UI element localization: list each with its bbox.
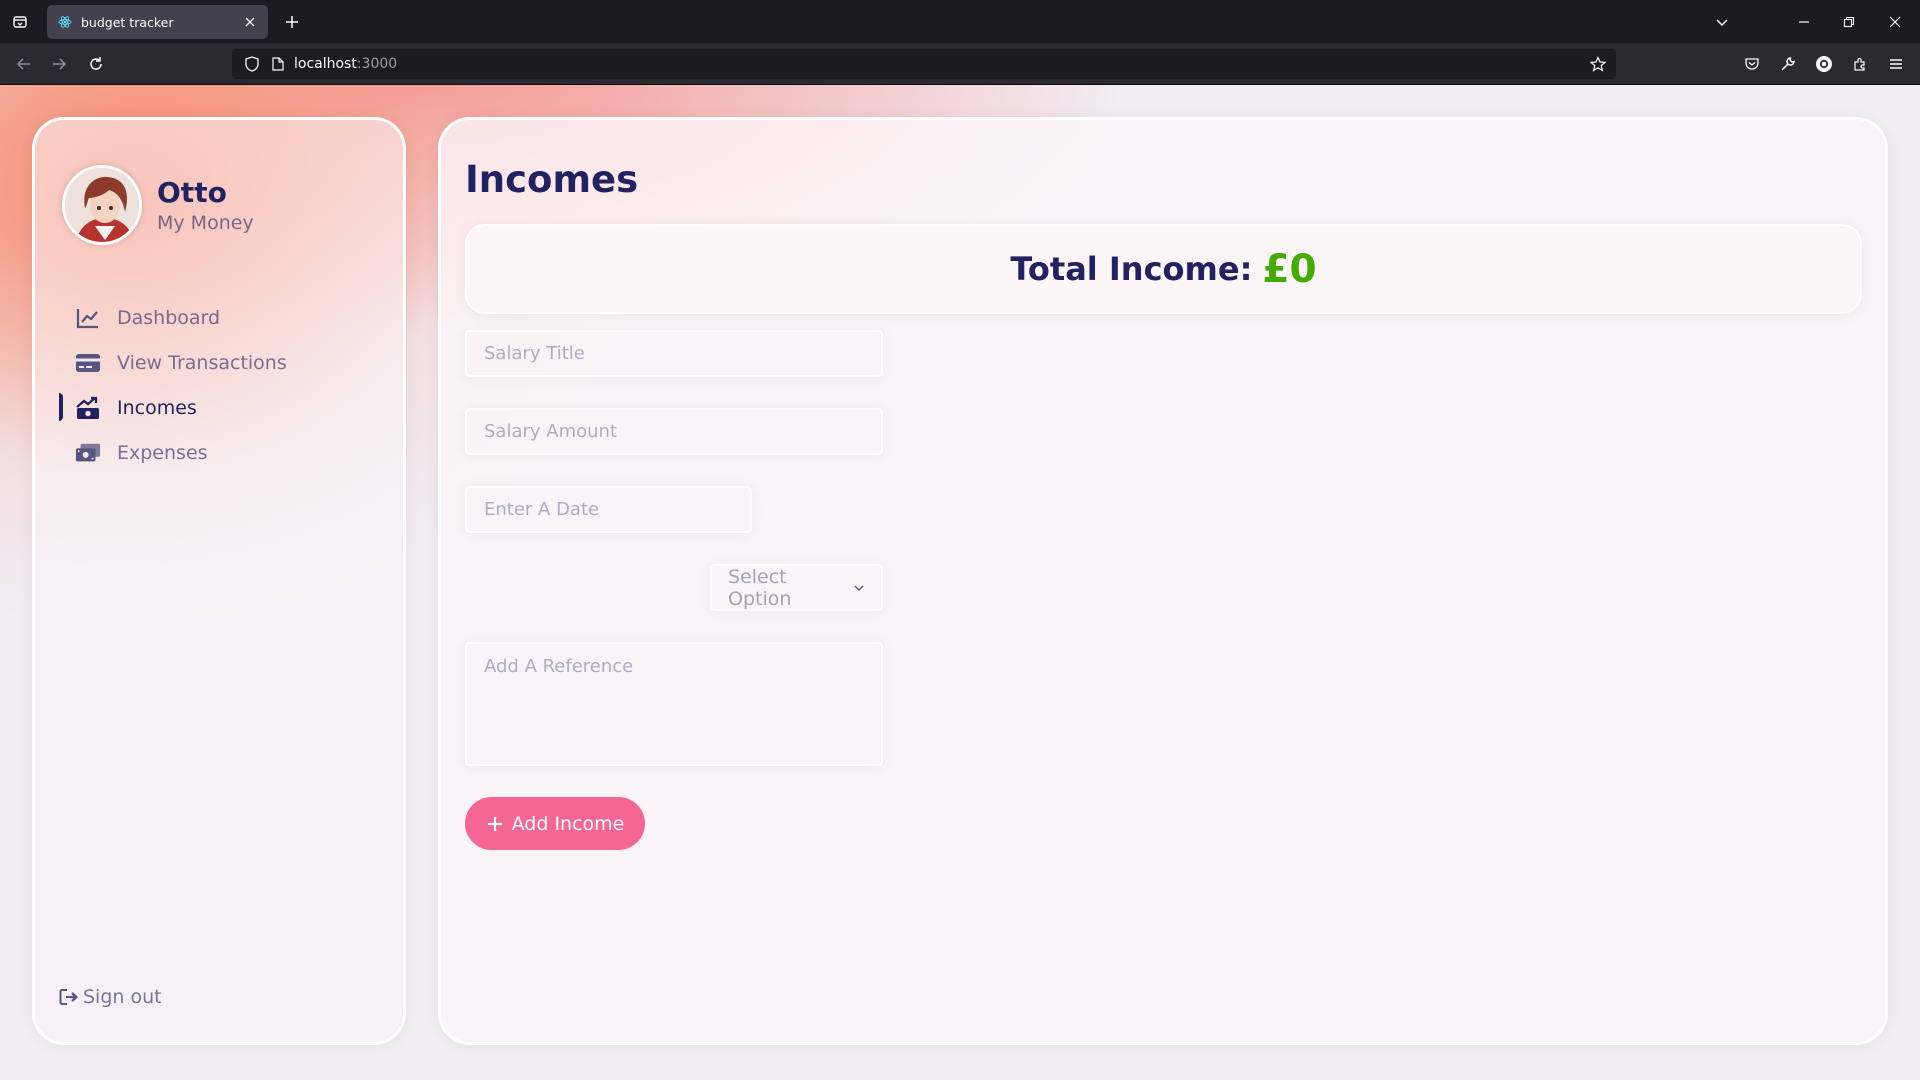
- credit-card-icon: [75, 350, 101, 376]
- minimize-icon[interactable]: [1792, 10, 1816, 34]
- nav-item-dashboard[interactable]: Dashboard: [35, 295, 403, 340]
- url-host: localhost: [294, 56, 357, 72]
- reference-textarea[interactable]: [465, 642, 883, 766]
- nav-menu: Dashboard View Transactions Incomes Expe…: [35, 295, 403, 475]
- user-subtitle: My Money: [157, 212, 254, 234]
- total-income-value: £0: [1262, 246, 1317, 292]
- category-select-value: Select Option: [728, 565, 792, 610]
- add-income-label: Add Income: [511, 812, 625, 835]
- avatar: [62, 165, 142, 245]
- restore-icon[interactable]: [1837, 10, 1861, 34]
- url-port: :3000: [356, 56, 398, 72]
- page-icon[interactable]: [268, 54, 288, 74]
- sign-out-icon: [59, 987, 79, 1007]
- money-bill-trend-up-icon: [75, 395, 101, 421]
- shield-icon[interactable]: [242, 54, 262, 74]
- react-icon: [57, 14, 73, 30]
- chevron-down-icon: [853, 582, 865, 594]
- nav-item-incomes[interactable]: Incomes: [35, 385, 403, 430]
- user-profile: Otto My Money: [62, 165, 254, 245]
- back-arrow-icon[interactable]: [12, 52, 36, 76]
- browser-tab[interactable]: budget tracker: [47, 5, 268, 39]
- category-select[interactable]: Select Option: [710, 564, 883, 611]
- nav-item-view-transactions[interactable]: View Transactions: [35, 340, 403, 385]
- account-icon[interactable]: [1812, 52, 1836, 76]
- new-tab-icon[interactable]: [280, 10, 304, 34]
- tab-list-icon[interactable]: [8, 10, 32, 34]
- browser-nav-bar: localhost:3000: [0, 43, 1920, 85]
- pocket-icon[interactable]: [1740, 52, 1764, 76]
- user-name: Otto: [157, 176, 227, 209]
- close-window-icon[interactable]: [1883, 10, 1907, 34]
- chart-line-icon: [75, 305, 101, 331]
- sign-out-button[interactable]: Sign out: [59, 986, 162, 1008]
- nav-item-label: Expenses: [117, 441, 208, 464]
- bookmark-star-icon[interactable]: [1588, 54, 1608, 74]
- url-bar[interactable]: localhost:3000: [232, 49, 1616, 79]
- wrench-icon[interactable]: [1776, 52, 1800, 76]
- total-income-card: Total Income: £0: [465, 224, 1862, 314]
- forward-arrow-icon[interactable]: [47, 52, 71, 76]
- browser-tab-bar: budget tracker: [0, 0, 1920, 43]
- date-input[interactable]: [465, 486, 752, 533]
- plus-icon: [486, 815, 504, 833]
- hamburger-menu-icon[interactable]: [1884, 52, 1908, 76]
- extensions-icon[interactable]: [1848, 52, 1872, 76]
- sidebar: Otto My Money Dashboard View Transaction…: [32, 117, 406, 1045]
- salary-amount-input[interactable]: [465, 408, 883, 455]
- nav-item-label: Dashboard: [117, 306, 221, 329]
- total-income-label: Total Income:: [1010, 250, 1253, 288]
- nav-item-expenses[interactable]: Expenses: [35, 430, 403, 475]
- nav-item-label: View Transactions: [117, 351, 287, 374]
- add-income-button[interactable]: Add Income: [465, 797, 645, 850]
- page-title: Incomes: [465, 158, 639, 201]
- chevron-down-icon[interactable]: [1710, 10, 1734, 34]
- close-tab-icon[interactable]: [242, 14, 258, 30]
- tab-title: budget tracker: [81, 14, 174, 30]
- app-viewport: Otto My Money Dashboard View Transaction…: [0, 85, 1920, 1080]
- nav-item-label: Incomes: [117, 396, 197, 419]
- money-bill-wave-icon: [75, 440, 101, 466]
- sign-out-label: Sign out: [83, 986, 162, 1008]
- main-panel: Incomes Total Income: £0 Select Option A…: [438, 117, 1888, 1045]
- salary-title-input[interactable]: [465, 330, 883, 377]
- reload-icon[interactable]: [84, 52, 108, 76]
